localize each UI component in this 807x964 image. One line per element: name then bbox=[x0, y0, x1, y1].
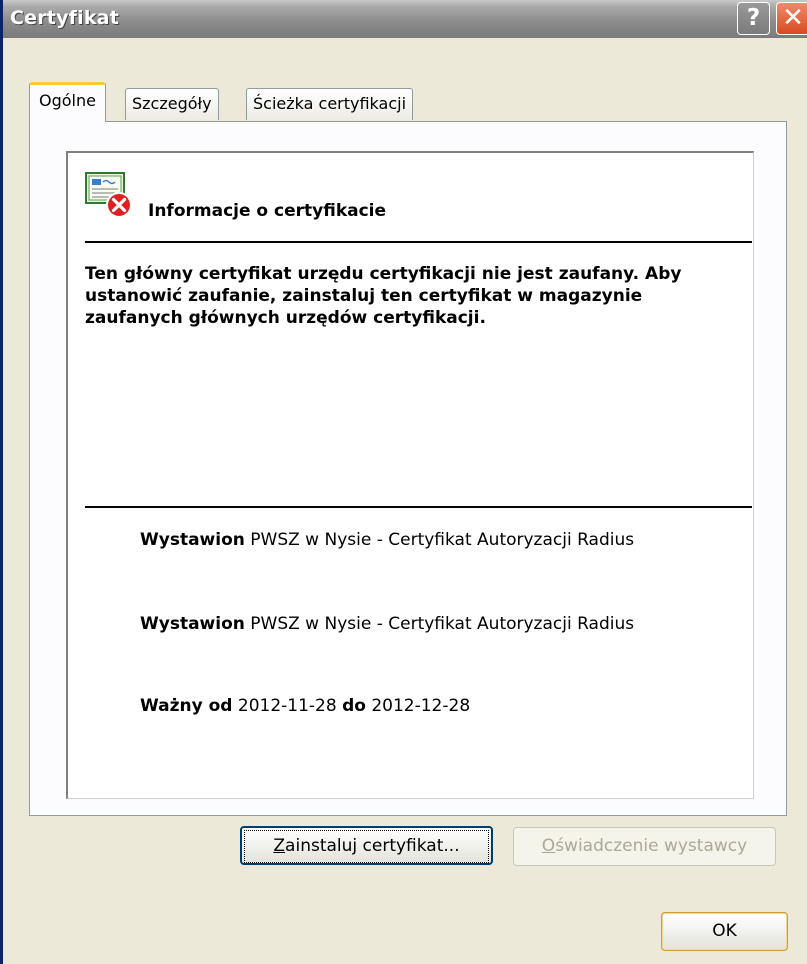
ok-button[interactable]: OK bbox=[661, 912, 788, 951]
certificate-dialog: Certyfikat ? ✕ Ogólne Szczegóły Ścieżka … bbox=[0, 0, 807, 964]
install-certificate-focus: Zainstaluj certyfikat... bbox=[244, 830, 489, 863]
close-button[interactable]: ✕ bbox=[776, 2, 807, 35]
tab-certification-path[interactable]: Ścieżka certyfikacji bbox=[246, 88, 414, 120]
certificate-info-box: Informacje o certyfikacie Ten główny cer… bbox=[66, 151, 754, 799]
trust-warning-message: Ten główny certyfikat urzędu certyfikacj… bbox=[85, 264, 682, 328]
valid-from-label: Ważny od bbox=[140, 696, 233, 716]
valid-to-value: 2012-12-28 bbox=[371, 696, 471, 716]
divider-bottom bbox=[85, 506, 752, 508]
divider-top bbox=[85, 241, 752, 243]
issued-to-row: Wystawion PWSZ w Nysie - Certyfikat Auto… bbox=[140, 530, 634, 550]
issuer-statement-button[interactable]: Oświadczenie wystawcy bbox=[513, 827, 776, 866]
install-mnemonic: Z bbox=[273, 836, 286, 856]
tab-general[interactable]: Ogólne bbox=[29, 82, 106, 122]
install-certificate-button[interactable]: Zainstaluj certyfikat... bbox=[240, 826, 493, 865]
statement-mnemonic: O bbox=[541, 836, 556, 856]
tab-details[interactable]: Szczegóły bbox=[125, 88, 219, 120]
issued-to-label: Wystawion bbox=[140, 530, 245, 550]
help-icon: ? bbox=[746, 5, 761, 31]
validity-row: Ważny od 2012-11-28 do 2012-12-28 bbox=[140, 696, 470, 716]
valid-from-value: 2012-11-28 bbox=[237, 696, 337, 716]
issued-to-value: PWSZ w Nysie - Certyfikat Autoryzacji Ra… bbox=[250, 530, 635, 550]
certificate-error-icon bbox=[85, 172, 132, 218]
tab-strip: Ogólne Szczegóły Ścieżka certyfikacji bbox=[3, 38, 807, 122]
help-button[interactable]: ? bbox=[737, 2, 770, 35]
info-heading: Informacje o certyfikacie bbox=[148, 201, 387, 221]
issued-by-label: Wystawion bbox=[140, 614, 245, 634]
statement-label: świadczenie wystawcy bbox=[555, 836, 748, 856]
issued-by-value: PWSZ w Nysie - Certyfikat Autoryzacji Ra… bbox=[250, 614, 635, 634]
install-label: ainstaluj certyfikat... bbox=[285, 836, 460, 856]
valid-to-label: do bbox=[342, 696, 366, 716]
window-title: Certyfikat bbox=[10, 7, 119, 29]
issued-by-row: Wystawion PWSZ w Nysie - Certyfikat Auto… bbox=[140, 614, 634, 634]
tab-panel-general: Informacje o certyfikacie Ten główny cer… bbox=[29, 121, 787, 816]
close-icon: ✕ bbox=[782, 3, 804, 33]
title-bar[interactable]: Certyfikat ? ✕ bbox=[3, 0, 807, 38]
